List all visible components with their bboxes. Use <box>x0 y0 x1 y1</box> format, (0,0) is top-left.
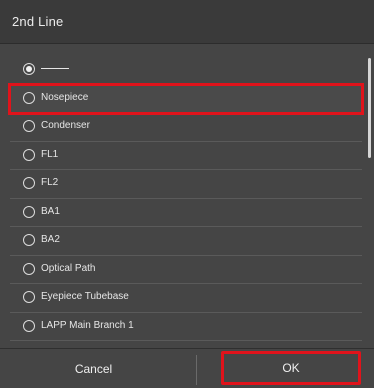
footer-divider <box>196 355 197 385</box>
option-label: Optical Path <box>41 262 96 274</box>
radio-icon[interactable] <box>23 319 35 332</box>
option-ba1[interactable]: BA1 <box>10 199 362 227</box>
radio-icon[interactable] <box>23 177 35 189</box>
ok-button[interactable]: OK <box>221 351 361 385</box>
option-list: Nosepiece Condenser FL1 FL2 BA1 BA2 Opti… <box>8 56 364 341</box>
second-line-dialog: 2nd Line Nosepiece Condenser FL1 FL2 BA1 <box>0 0 374 388</box>
option-label: FL2 <box>41 177 59 188</box>
option-lapp-main-branch-1[interactable]: LAPP Main Branch 1 <box>10 313 362 341</box>
option-label: BA2 <box>41 234 60 245</box>
option-fl2[interactable]: FL2 <box>10 170 362 199</box>
option-label: BA1 <box>41 205 60 217</box>
option-eyepiece-tubebase[interactable]: Eyepiece Tubebase <box>10 284 362 313</box>
option-label: LAPP Main Branch 1 <box>41 319 134 331</box>
option-condenser[interactable]: Condenser <box>10 113 362 142</box>
option-none[interactable] <box>10 56 362 85</box>
dialog-footer: Cancel OK <box>0 348 374 388</box>
none-dash-icon <box>41 68 69 69</box>
dialog-title: 2nd Line <box>12 14 64 29</box>
radio-icon[interactable] <box>23 291 35 303</box>
option-label: FL1 <box>41 148 59 160</box>
cancel-button[interactable]: Cancel <box>0 349 187 388</box>
radio-selected-icon[interactable] <box>23 63 35 75</box>
radio-icon[interactable] <box>23 262 35 275</box>
option-optical-path[interactable]: Optical Path <box>10 256 362 284</box>
option-ba2[interactable]: BA2 <box>10 227 362 256</box>
radio-icon[interactable] <box>23 91 35 104</box>
dialog-title-bar: 2nd Line <box>0 0 374 44</box>
radio-icon[interactable] <box>23 148 35 161</box>
radio-icon[interactable] <box>23 234 35 246</box>
option-label: Nosepiece <box>41 91 89 103</box>
list-scrollbar[interactable] <box>368 58 371 158</box>
option-label: Condenser <box>41 120 90 131</box>
option-fl1[interactable]: FL1 <box>10 142 362 170</box>
radio-icon[interactable] <box>23 205 35 218</box>
option-nosepiece[interactable]: Nosepiece <box>8 82 364 115</box>
radio-icon[interactable] <box>23 120 35 132</box>
option-label: Eyepiece Tubebase <box>41 291 129 302</box>
